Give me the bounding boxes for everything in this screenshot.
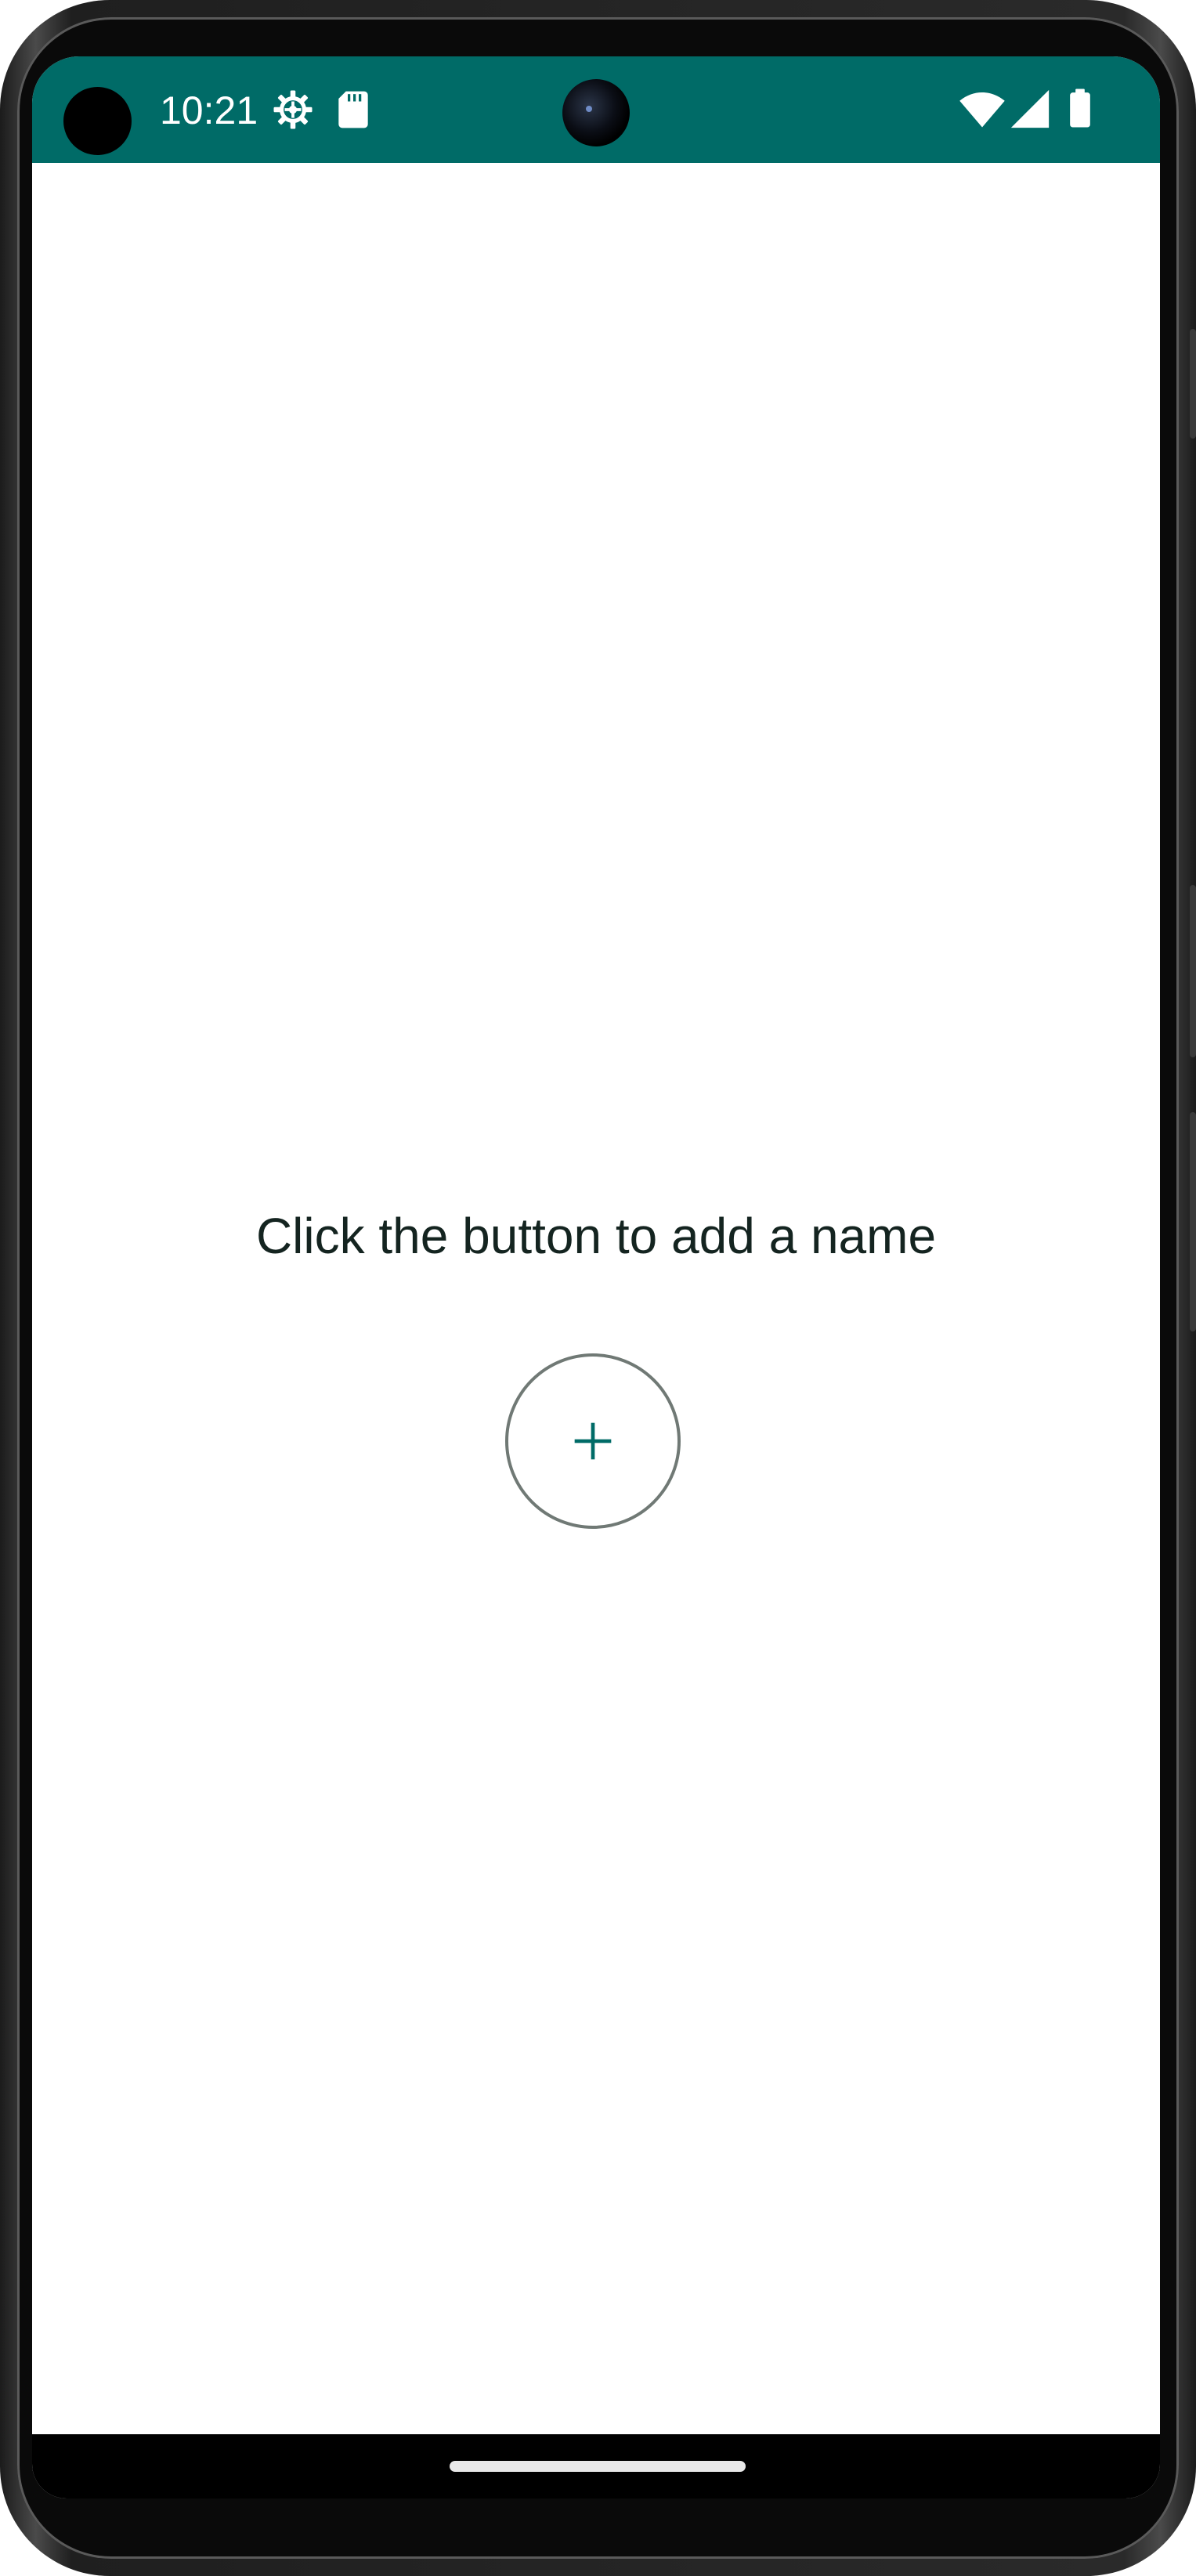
phone-frame: 10:21 Click the button to add a name xyxy=(0,0,1196,2576)
phone-power-button xyxy=(1190,885,1196,1057)
front-camera xyxy=(562,79,630,146)
main-content: Click the button to add a name xyxy=(32,163,1160,2434)
status-bar: 10:21 xyxy=(32,56,1160,163)
navigation-bar xyxy=(32,2434,1160,2498)
status-time: 10:21 xyxy=(160,89,258,132)
phone-side-button-top xyxy=(1190,329,1196,439)
sd-card-icon xyxy=(338,91,368,128)
status-bar-indicator-dot xyxy=(63,87,132,155)
phone-volume-button xyxy=(1190,1112,1196,1331)
settings-gear-icon xyxy=(273,90,313,129)
plus-icon xyxy=(574,1422,612,1460)
add-name-button[interactable] xyxy=(505,1353,681,1529)
wifi-icon xyxy=(959,92,1005,128)
empty-state-prompt: Click the button to add a name xyxy=(255,1208,937,1264)
gesture-nav-handle[interactable] xyxy=(450,2461,746,2472)
battery-icon xyxy=(1070,89,1090,128)
device-screen: 10:21 Click the button to add a name xyxy=(32,56,1160,2498)
cellular-signal-icon xyxy=(1010,89,1050,128)
